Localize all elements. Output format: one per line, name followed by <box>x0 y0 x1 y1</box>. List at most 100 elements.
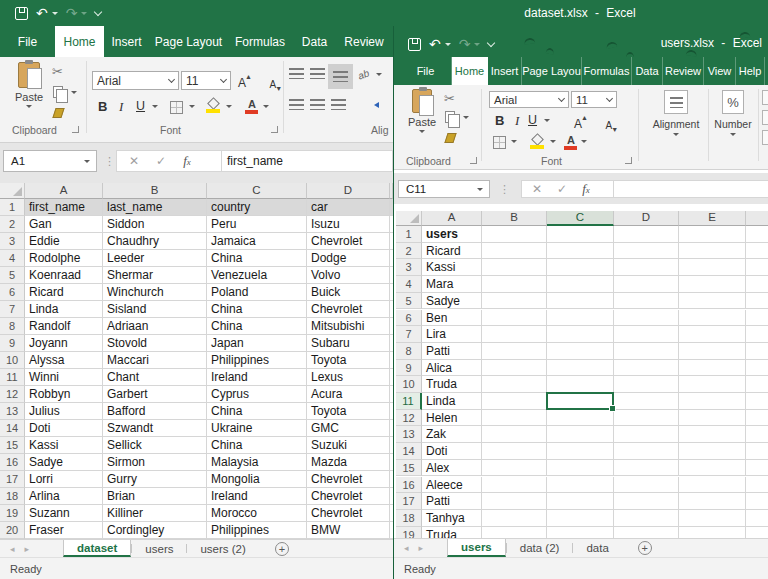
cell-A19[interactable]: Truda <box>422 527 482 538</box>
font-color-dropdown-icon[interactable] <box>263 105 269 108</box>
ribbon-tab-home[interactable]: Home <box>452 57 488 85</box>
cell-D9[interactable] <box>614 360 679 377</box>
confirm-formula-icon[interactable]: ✓ <box>557 182 567 196</box>
ribbon-tab-review[interactable]: Review <box>663 57 704 85</box>
row-number-3[interactable]: 3 <box>0 233 25 250</box>
cell-x6[interactable] <box>746 310 768 327</box>
alignment-group[interactable]: Alignment <box>646 90 706 136</box>
align-center-icon[interactable] <box>310 99 325 110</box>
cell-E11[interactable] <box>679 393 746 410</box>
row-number-12[interactable]: 12 <box>396 410 422 427</box>
cell-C3[interactable] <box>547 259 614 276</box>
cell-B19[interactable] <box>482 527 547 538</box>
row-number-19[interactable]: 19 <box>396 527 422 538</box>
font-size-combo[interactable]: 11 <box>571 91 617 108</box>
cell-A14[interactable]: Doti <box>422 443 482 460</box>
paste-dropdown-icon[interactable] <box>26 105 32 108</box>
cell-A9[interactable]: Alica <box>422 360 482 377</box>
select-all-corner[interactable] <box>396 211 422 226</box>
cell-D10[interactable] <box>614 376 679 393</box>
align-right-icon[interactable] <box>331 99 346 110</box>
cell-E12[interactable] <box>679 410 746 427</box>
row-number-9[interactable]: 9 <box>0 335 25 352</box>
row-number-19[interactable]: 19 <box>0 505 25 522</box>
cell-A11[interactable]: Winni <box>25 369 103 386</box>
underline-button[interactable]: U <box>528 113 537 127</box>
cell-x15[interactable] <box>746 460 768 477</box>
cell-D12[interactable]: Acura <box>307 386 390 403</box>
cell-C6[interactable] <box>547 310 614 327</box>
cell-C7[interactable]: China <box>207 301 307 318</box>
ribbon-tab-help[interactable]: Help <box>736 57 765 85</box>
cell-x16[interactable] <box>746 477 768 494</box>
cell-C17[interactable] <box>547 493 614 510</box>
sheet-tab-data[interactable]: data <box>573 539 621 557</box>
insert-function-icon[interactable]: fx <box>183 153 191 169</box>
cell-C7[interactable] <box>547 326 614 343</box>
name-box[interactable]: C11 <box>398 180 490 198</box>
cell-A5[interactable]: Sadye <box>422 293 482 310</box>
row-number-17[interactable]: 17 <box>396 493 422 510</box>
cell-C15[interactable] <box>547 460 614 477</box>
column-header-D[interactable]: D <box>614 211 679 226</box>
cell-A8[interactable]: Randolf <box>25 318 103 335</box>
cell-B6[interactable] <box>482 310 547 327</box>
cell-B10[interactable]: Maccari <box>103 352 207 369</box>
cell-A1[interactable]: first_name <box>25 199 103 216</box>
cut-icon[interactable]: ✂ <box>444 92 455 105</box>
cell-x3[interactable] <box>746 259 768 276</box>
cell-D13[interactable] <box>614 426 679 443</box>
cell-B18[interactable]: Brian <box>103 488 207 505</box>
cell-B1[interactable]: last_name <box>103 199 207 216</box>
cell-D20[interactable]: BMW <box>307 522 390 539</box>
insert-function-icon[interactable]: fx <box>582 181 590 197</box>
cell-D17[interactable] <box>614 493 679 510</box>
cell-B11[interactable]: Chant <box>103 369 207 386</box>
cell-C16[interactable]: Malaysia <box>207 454 307 471</box>
cell-B5[interactable] <box>482 293 547 310</box>
cell-A19[interactable]: Suzann <box>25 505 103 522</box>
cancel-formula-icon[interactable]: ✕ <box>532 182 542 196</box>
conditional-formatting-icon[interactable] <box>762 90 768 105</box>
ribbon-tab-insert[interactable]: Insert <box>488 57 522 85</box>
cell-B7[interactable] <box>482 326 547 343</box>
row-number-8[interactable]: 8 <box>0 318 25 335</box>
cell-A5[interactable]: Koenraad <box>25 267 103 284</box>
cell-C1[interactable] <box>547 226 614 243</box>
cell-D19[interactable]: Chevrolet <box>307 505 390 522</box>
cell-C12[interactable]: Cyprus <box>207 386 307 403</box>
column-header-C[interactable]: C <box>547 211 614 226</box>
ribbon-tab-view[interactable]: View <box>704 57 736 85</box>
cell-D12[interactable] <box>614 410 679 427</box>
font-color-icon[interactable]: A <box>245 99 259 114</box>
cell-A4[interactable]: Mara <box>422 276 482 293</box>
cell-D9[interactable]: Subaru <box>307 335 390 352</box>
cell-C3[interactable]: Jamaica <box>207 233 307 250</box>
bold-button[interactable]: B <box>495 113 504 128</box>
cell-B4[interactable]: Leeder <box>103 250 207 267</box>
row-number-9[interactable]: 9 <box>396 360 422 377</box>
fill-color-dropdown-icon[interactable] <box>550 140 556 143</box>
cell-D10[interactable]: Toyota <box>307 352 390 369</box>
cell-A16[interactable]: Aleece <box>422 477 482 494</box>
cell-D4[interactable] <box>614 276 679 293</box>
row-number-10[interactable]: 10 <box>0 352 25 369</box>
cell-C2[interactable] <box>547 243 614 260</box>
cell-D6[interactable] <box>614 310 679 327</box>
cell-D13[interactable]: Toyota <box>307 403 390 420</box>
row-number-17[interactable]: 17 <box>0 471 25 488</box>
cell-C11[interactable]: Ireland <box>207 369 307 386</box>
cell-C4[interactable]: China <box>207 250 307 267</box>
align-left-icon[interactable] <box>289 99 304 110</box>
cell-C8[interactable] <box>547 343 614 360</box>
formula-input[interactable] <box>614 180 768 198</box>
cell-E19[interactable] <box>679 527 746 538</box>
cell-E13[interactable] <box>679 426 746 443</box>
cell-B6[interactable]: Winchurch <box>103 284 207 301</box>
cell-A1[interactable]: users <box>422 226 482 243</box>
row-number-14[interactable]: 14 <box>396 443 422 460</box>
cell-B4[interactable] <box>482 276 547 293</box>
cell-C1[interactable]: country <box>207 199 307 216</box>
cell-E16[interactable] <box>679 477 746 494</box>
underline-button[interactable]: U <box>136 99 145 113</box>
